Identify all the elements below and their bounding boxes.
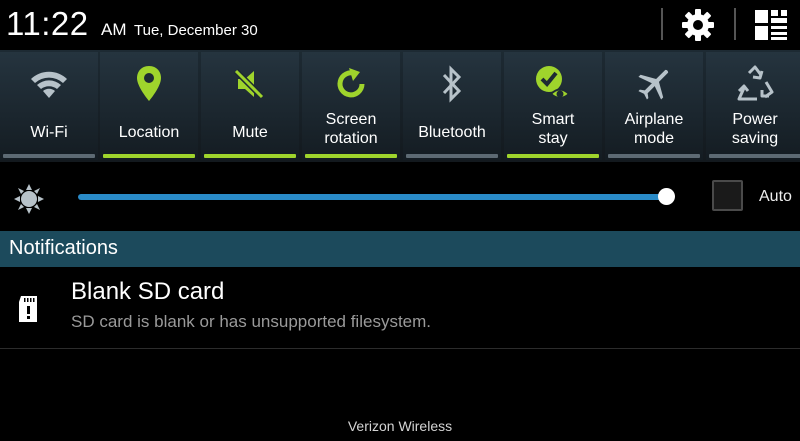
airplane-icon bbox=[605, 64, 703, 104]
toggle-power-saving[interactable]: Power saving bbox=[706, 52, 800, 160]
toggle-indicator bbox=[608, 154, 700, 158]
gear-icon[interactable] bbox=[680, 8, 716, 42]
notifications-header: Notifications bbox=[0, 231, 800, 267]
notification-body: SD card is blank or has unsupported file… bbox=[71, 312, 432, 331]
notification-item[interactable]: Blank SD card SD card is blank or has un… bbox=[0, 268, 800, 349]
status-divider bbox=[661, 8, 663, 40]
auto-brightness-checkbox[interactable] bbox=[712, 180, 743, 211]
toggle-indicator bbox=[507, 154, 599, 158]
toggle-label: Screen rotation bbox=[324, 111, 378, 147]
sun-icon bbox=[12, 182, 46, 216]
status-bar: 11:22 AM Tue, December 30 bbox=[0, 0, 800, 48]
clock: 11:22 bbox=[6, 5, 89, 42]
toggle-wifi[interactable]: Wi-Fi bbox=[0, 52, 98, 160]
grid-edit-icon[interactable] bbox=[753, 8, 789, 42]
rotation-icon bbox=[302, 64, 400, 104]
carrier-label: Verizon Wireless bbox=[347, 418, 453, 434]
toggle-mute[interactable]: Mute bbox=[201, 52, 299, 160]
smart-stay-icon bbox=[504, 64, 602, 104]
recycle-icon bbox=[706, 64, 800, 104]
mute-icon bbox=[201, 64, 299, 104]
toggle-label: Wi-Fi bbox=[30, 124, 68, 141]
toggle-indicator bbox=[103, 154, 195, 158]
notification-title: Blank SD card bbox=[71, 278, 225, 305]
toggle-smart-stay[interactable]: Smart stay bbox=[504, 52, 602, 160]
date: Tue, December 30 bbox=[134, 22, 258, 39]
toggle-label: Power saving bbox=[731, 111, 779, 147]
status-divider bbox=[734, 8, 736, 40]
location-pin-icon bbox=[100, 64, 198, 104]
brightness-slider[interactable] bbox=[78, 194, 672, 200]
quick-settings-panel: Wi-Fi Location Mute Screen rotation Blue… bbox=[0, 50, 800, 162]
toggle-label: Airplane mode bbox=[624, 111, 684, 147]
clock-ampm: AM bbox=[101, 20, 127, 39]
toggle-indicator bbox=[305, 154, 397, 158]
toggle-airplane-mode[interactable]: Airplane mode bbox=[605, 52, 703, 160]
brightness-row: Auto bbox=[0, 164, 800, 230]
toggle-indicator bbox=[709, 154, 800, 158]
auto-brightness-label: Auto bbox=[759, 188, 792, 205]
toggle-indicator bbox=[204, 154, 296, 158]
wifi-icon bbox=[0, 64, 98, 104]
toggle-label: Location bbox=[118, 124, 180, 141]
bluetooth-icon bbox=[403, 64, 501, 104]
brightness-slider-thumb[interactable] bbox=[657, 188, 675, 205]
toggle-location[interactable]: Location bbox=[100, 52, 198, 160]
toggle-screen-rotation[interactable]: Screen rotation bbox=[302, 52, 400, 160]
toggle-label: Mute bbox=[232, 124, 268, 141]
toggle-bluetooth[interactable]: Bluetooth bbox=[403, 52, 501, 160]
notifications-title: Notifications bbox=[9, 237, 118, 259]
toggle-indicator bbox=[406, 154, 498, 158]
toggle-label: Smart stay bbox=[531, 111, 575, 147]
toggle-label: Bluetooth bbox=[418, 124, 486, 141]
toggle-indicator bbox=[3, 154, 95, 158]
sd-card-icon bbox=[16, 294, 42, 324]
